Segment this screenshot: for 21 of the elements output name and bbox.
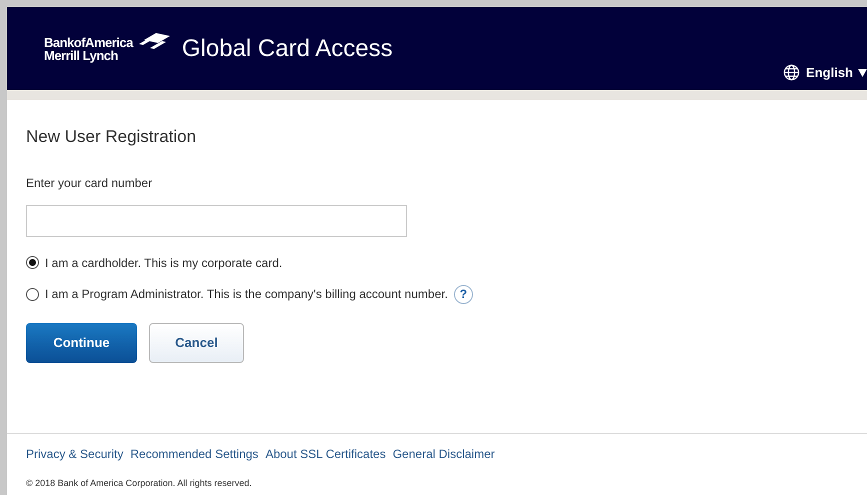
globe-icon [783,64,800,81]
language-selector[interactable]: English [806,62,867,82]
field-label: Enter your card number [26,174,154,192]
footer-link[interactable]: Recommended Settings [130,444,258,462]
caret-icon [858,68,867,77]
footer-link[interactable]: Privacy & Security [26,444,124,462]
footer-link[interactable]: General Disclaimer [392,444,495,462]
copyright-text: © 2018 Bank of America Corporation. All rights reserved. [26,476,253,490]
radio-button[interactable] [26,256,39,269]
option-label: I am a cardholder. This is my corporate card. [45,254,282,272]
cancel-button[interactable]: Cancel [149,322,244,362]
continue-button[interactable]: Continue [26,322,137,362]
logo-text: BankofAmerica [44,36,133,48]
card-number-field[interactable] [26,204,407,236]
app-title: Global Card Access [182,34,393,64]
help-button[interactable]: ? [454,284,473,304]
radio-button[interactable] [26,288,39,300]
page-heading: New User Registration [26,126,198,148]
logo-text: Merrill Lynch [44,48,119,62]
footer-link[interactable]: About SSL Certificates [265,444,386,462]
option-label: I am a Program Administrator. This is the company's billing account number. [45,286,448,303]
